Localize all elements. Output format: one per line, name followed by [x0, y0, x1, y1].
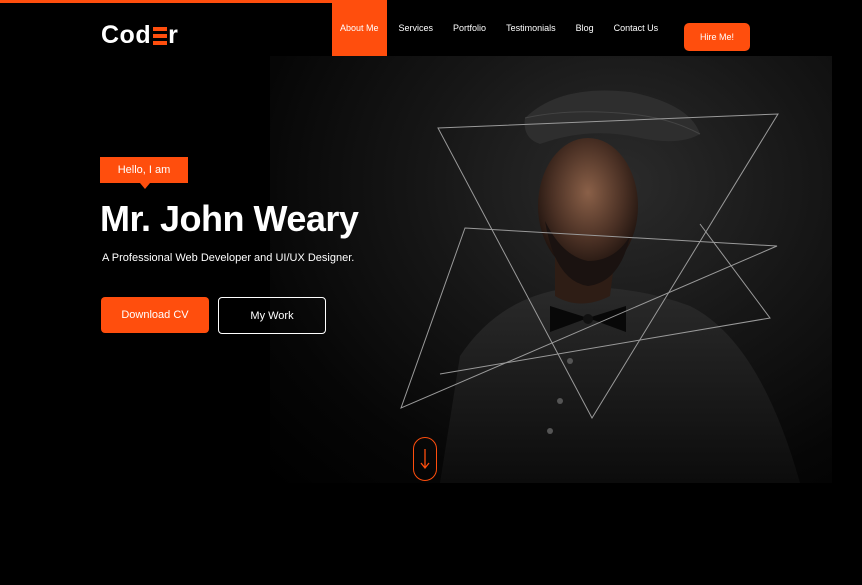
scroll-down-button[interactable]: [413, 437, 437, 481]
arrow-down-icon: [420, 449, 430, 470]
main-nav: About Me Services Portfolio Testimonials…: [332, 0, 668, 56]
logo-prefix: Cod: [101, 21, 152, 49]
hire-me-button[interactable]: Hire Me!: [684, 23, 750, 51]
portrait-illustration: [400, 90, 800, 483]
hero-portrait-image: [270, 56, 832, 483]
download-cv-button[interactable]: Download CV: [101, 297, 209, 333]
logo-suffix: r: [168, 21, 179, 49]
hero-tagline: A Professional Web Developer and UI/UX D…: [102, 252, 355, 264]
my-work-button[interactable]: My Work: [218, 297, 326, 334]
nav-item-about-me[interactable]: About Me: [332, 0, 387, 56]
nav-item-services[interactable]: Services: [389, 0, 444, 56]
logo-e-icon: [153, 26, 168, 45]
nav-item-portfolio[interactable]: Portfolio: [443, 0, 496, 56]
nav-item-testimonials[interactable]: Testimonials: [496, 0, 566, 56]
nav-item-contact-us[interactable]: Contact Us: [604, 0, 669, 56]
nav-item-blog[interactable]: Blog: [566, 0, 604, 56]
site-header: Cod r About Me Services Portfolio Testim…: [0, 0, 862, 56]
logo[interactable]: Cod r: [101, 23, 178, 48]
hero-name-heading: Mr. John Weary: [100, 198, 359, 239]
hello-badge: Hello, I am: [100, 157, 188, 189]
